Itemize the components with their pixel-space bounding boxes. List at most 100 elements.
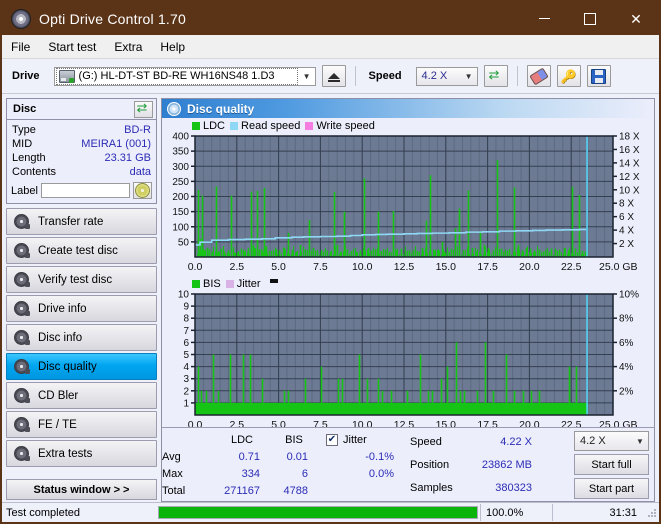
position-readout-value: 23862 MB xyxy=(481,458,532,471)
jitter-toggle[interactable]: ✔ Jitter xyxy=(318,433,404,446)
erase-button[interactable] xyxy=(526,65,551,87)
save-button[interactable] xyxy=(586,65,611,87)
eraser-icon xyxy=(528,67,549,85)
svg-text:300: 300 xyxy=(172,162,189,173)
legend-marker-extra xyxy=(269,278,278,283)
menu-extra[interactable]: Extra xyxy=(105,37,151,57)
start-full-button[interactable]: Start full xyxy=(574,454,649,475)
svg-text:100: 100 xyxy=(172,222,189,233)
key-button[interactable]: 🔑 xyxy=(556,65,581,87)
test-speed-select[interactable]: 4.2 X ▼ xyxy=(574,431,649,451)
stats-grid: LDC BIS ✔ Jitter Avg 0.71 0.01 -0.1% Max… xyxy=(162,431,404,499)
sidebar-item-create-test-disc[interactable]: Create test disc xyxy=(6,237,157,264)
sidebar-item-fe-te[interactable]: FE / TE xyxy=(6,411,157,438)
disc-row-value: 23.31 GB xyxy=(104,152,151,164)
sidebar-item-verify-test-disc[interactable]: Verify test disc xyxy=(6,266,157,293)
sidebar-item-transfer-rate[interactable]: Transfer rate xyxy=(6,208,157,235)
start-part-button[interactable]: Start part xyxy=(574,478,649,499)
svg-text:350: 350 xyxy=(172,147,189,158)
disc-row-type: Type BD-R xyxy=(11,123,152,137)
legend-label: Write speed xyxy=(316,119,375,132)
actions-column: 4.2 X ▼ Start full Start part xyxy=(574,431,654,499)
disc-row-value: BD-R xyxy=(124,124,151,136)
svg-text:2: 2 xyxy=(183,386,189,397)
sidebar-item-label: Drive info xyxy=(38,302,87,315)
svg-text:150: 150 xyxy=(172,207,189,218)
sidebar-item-drive-info[interactable]: Drive info xyxy=(6,295,157,322)
legend-ldc: LDC xyxy=(192,120,225,132)
svg-text:15.0: 15.0 xyxy=(436,261,457,273)
sidebar-item-label: Disc quality xyxy=(38,360,97,373)
close-button[interactable]: ✕ xyxy=(613,2,659,35)
legend-label: Read speed xyxy=(241,119,301,132)
svg-text:12 X: 12 X xyxy=(619,172,640,183)
refresh-icon: ⇄ xyxy=(488,67,500,82)
disc-refresh-button[interactable]: ⇄ xyxy=(134,100,153,118)
speed-label: Speed xyxy=(368,70,402,82)
disc-rows: Type BD-R MID MEIRA1 (001) Length 23.31 … xyxy=(7,120,156,203)
svg-text:2%: 2% xyxy=(619,386,634,397)
status-window-button[interactable]: Status window > > xyxy=(6,479,157,500)
drive-toolbar: Drive (G:) HL-DT-ST BD-RE WH16NS48 1.D3 … xyxy=(2,59,659,94)
menu-file[interactable]: File xyxy=(2,37,39,57)
status-bar: Test completed 100.0% 31:31 xyxy=(2,502,659,522)
disc-row-length: Length 23.31 GB xyxy=(11,151,152,165)
disc-icon xyxy=(14,214,30,229)
sidebar: Disc ⇄ Type BD-R MID MEIRA1 (001) Length… xyxy=(6,98,157,502)
measurement-readouts: Speed 4.22 X Position 23862 MB Samples 3… xyxy=(410,431,536,499)
sidebar-item-extra-tests[interactable]: Extra tests xyxy=(6,440,157,467)
svg-text:6%: 6% xyxy=(619,338,634,349)
svg-text:4: 4 xyxy=(183,362,189,373)
disc-row-value: MEIRA1 (001) xyxy=(81,138,151,150)
legend-read-speed: Read speed xyxy=(230,120,300,132)
menu-start-test[interactable]: Start test xyxy=(39,37,105,57)
stats-header-ldc: LDC xyxy=(230,433,253,446)
resize-grip-icon[interactable] xyxy=(647,508,657,518)
drive-select-value: (G:) HL-DT-ST BD-RE WH16NS48 1.D3 xyxy=(78,70,275,82)
eject-button[interactable] xyxy=(321,65,346,87)
samples-readout-value: 380323 xyxy=(495,482,532,495)
menu-help[interactable]: Help xyxy=(151,37,194,57)
disc-icon xyxy=(14,330,30,345)
legend-swatch-ldc xyxy=(192,121,200,130)
maximize-button[interactable] xyxy=(567,2,613,35)
disc-row-mid: MID MEIRA1 (001) xyxy=(11,137,152,151)
minimize-button[interactable] xyxy=(521,2,567,35)
disc-quality-pane: Disc quality LDC Read speed Write speed … xyxy=(161,98,655,502)
chevron-down-icon: ▼ xyxy=(302,71,311,81)
speed-select[interactable]: 4.2 X ▼ xyxy=(415,66,478,86)
sidebar-item-disc-quality[interactable]: Disc quality xyxy=(6,353,157,380)
disc-label-row: Label xyxy=(11,182,152,199)
jitter-label: Jitter xyxy=(343,433,367,446)
sidebar-item-label: FE / TE xyxy=(38,418,77,431)
sidebar-item-cd-bler[interactable]: CD Bler xyxy=(6,382,157,409)
svg-text:50: 50 xyxy=(178,237,190,248)
disc-row-value: data xyxy=(129,166,151,178)
disc-label-input[interactable] xyxy=(40,183,130,198)
svg-text:4 X: 4 X xyxy=(619,226,634,237)
bis-chart-legend: BIS Jitter xyxy=(162,277,654,290)
stats-max-bis: 6 xyxy=(301,467,308,480)
bis-chart-canvas: 123456789102%4%6%8%10%0.0 2.5 5.0 7.5 10.0 12… xyxy=(178,290,639,431)
sidebar-item-disc-info[interactable]: Disc info xyxy=(6,324,157,351)
svg-text:22.5: 22.5 xyxy=(561,261,582,273)
speed-readout-label: Speed xyxy=(410,435,442,448)
svg-text:250: 250 xyxy=(172,177,189,188)
disc-row-contents: Contents data xyxy=(11,165,152,179)
progress-bar-fill xyxy=(159,507,477,518)
jitter-checkbox[interactable]: ✔ xyxy=(326,433,338,446)
svg-text:2.5: 2.5 xyxy=(229,261,244,273)
legend-label: Jitter xyxy=(236,277,261,290)
refresh-button[interactable]: ⇄ xyxy=(483,65,508,87)
elapsed-time: 31:31 xyxy=(552,504,647,521)
disc-label-button[interactable] xyxy=(133,182,152,199)
svg-text:10 X: 10 X xyxy=(619,185,640,196)
drive-select[interactable]: (G:) HL-DT-ST BD-RE WH16NS48 1.D3 ▼ xyxy=(53,66,316,86)
svg-text:5.0: 5.0 xyxy=(271,261,286,273)
svg-text:10.0: 10.0 xyxy=(352,261,373,273)
disc-row-key: MID xyxy=(12,138,33,150)
svg-text:8%: 8% xyxy=(619,314,634,325)
disc-icon xyxy=(14,446,30,461)
close-icon: ✕ xyxy=(630,10,642,27)
sidebar-item-label: Verify test disc xyxy=(38,273,113,286)
